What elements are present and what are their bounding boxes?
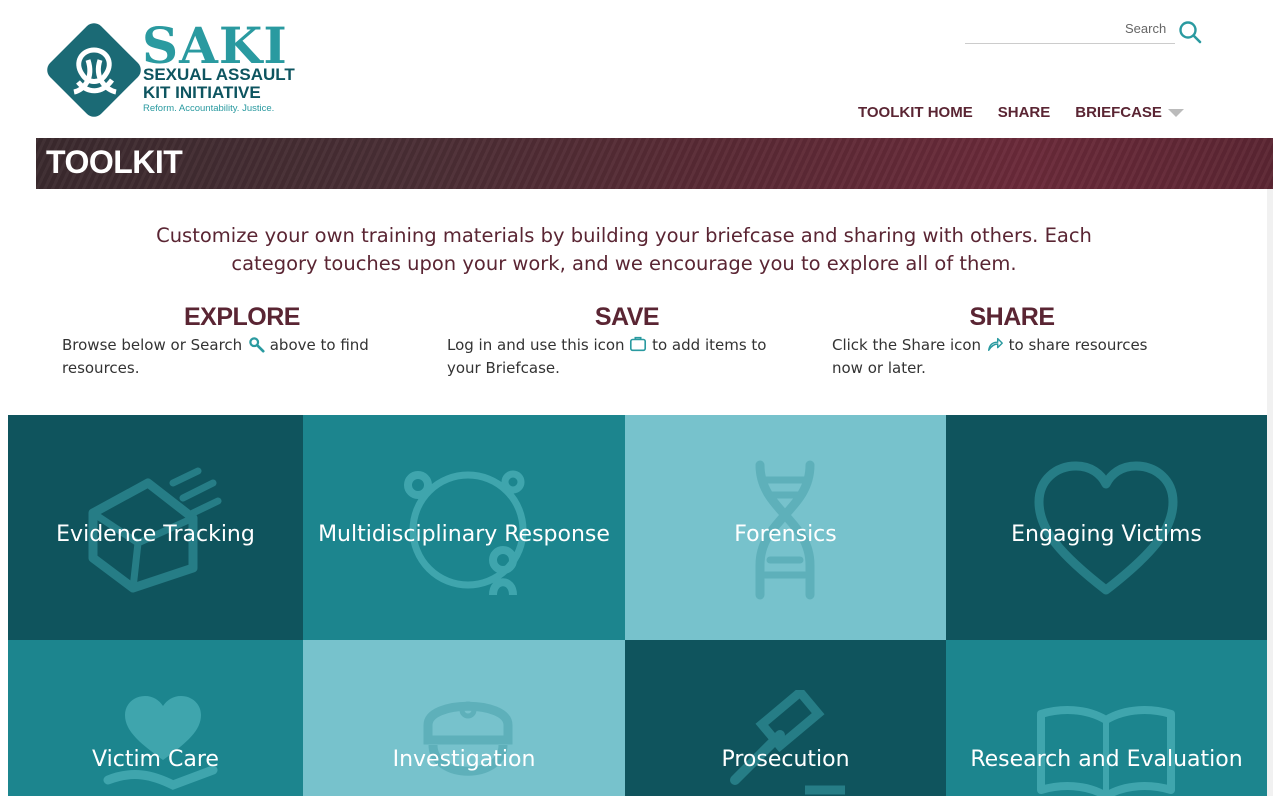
intro-line1: Customize your own training materials by… xyxy=(156,224,1092,247)
caret-down-icon xyxy=(1167,108,1184,117)
tile-label: Forensics xyxy=(734,522,837,547)
save-text-after: to add items to xyxy=(652,336,767,354)
save-title: SAVE xyxy=(594,303,660,331)
police-icon xyxy=(423,701,513,776)
logo-subtitle-line2: KIT INITIATIVE xyxy=(143,83,261,102)
search-icon xyxy=(249,337,265,353)
tile-label: Prosecution xyxy=(721,747,850,772)
tile-label: Evidence Tracking xyxy=(56,522,255,547)
share-section: SHARE Click the Share icon to share reso… xyxy=(832,303,1192,380)
logo-subtitle-line1: SEXUAL ASSAULT xyxy=(143,65,295,84)
save-section: SAVE Log in and use this icon to add ite… xyxy=(447,303,807,380)
share-icon xyxy=(987,337,1003,352)
category-grid: Evidence Tracking Multidisciplinary Resp… xyxy=(8,415,1267,796)
main-nav: TOOLKIT HOME SHARE BRIEFCASE xyxy=(858,104,1209,121)
tile-prosecution[interactable]: Prosecution xyxy=(625,640,946,796)
briefcase-icon xyxy=(630,336,647,352)
nav-briefcase[interactable]: BRIEFCASE xyxy=(1075,104,1184,121)
explore-text-before: Browse below or Search xyxy=(62,336,243,354)
tile-label: Victim Care xyxy=(92,747,219,772)
search-box[interactable]: Search xyxy=(965,16,1205,46)
tile-multidisciplinary-response[interactable]: Multidisciplinary Response xyxy=(303,415,625,640)
share-description: Click the Share icon to share resources … xyxy=(832,334,1192,380)
tile-label: Investigation xyxy=(392,747,536,772)
tile-engaging-victims[interactable]: Engaging Victims xyxy=(946,415,1267,640)
tile-label: Engaging Victims xyxy=(1011,522,1202,547)
logo-tagline: Reform. Accountability. Justice. xyxy=(143,103,275,114)
saki-logo[interactable]: SAKI SEXUAL ASSAULT KIT INITIATIVE Refor… xyxy=(44,16,304,120)
search-icon[interactable] xyxy=(1178,20,1202,44)
explore-title: EXPLORE xyxy=(184,303,300,331)
tile-label: Multidisciplinary Response xyxy=(318,522,610,547)
tile-label: Research and Evaluation xyxy=(970,747,1243,772)
search-input[interactable]: Search xyxy=(1125,21,1166,36)
tile-forensics[interactable]: Forensics xyxy=(625,415,946,640)
site-header: SAKI SEXUAL ASSAULT KIT INITIATIVE Refor… xyxy=(0,0,1273,138)
explore-text-line2: resources. xyxy=(62,359,140,377)
share-title: SHARE xyxy=(969,303,1055,331)
saki-logo-icon xyxy=(47,23,141,117)
explore-text-after: above to find xyxy=(269,336,369,354)
share-text-before: Click the Share icon xyxy=(832,336,982,354)
nav-toolkit-home[interactable]: TOOLKIT HOME xyxy=(858,104,973,121)
page-banner: TOOLKIT xyxy=(36,138,1273,189)
explore-description: Browse below or Search above to find res… xyxy=(62,334,422,380)
intro-text: Customize your own training materials by… xyxy=(0,222,1248,278)
page-title: TOOLKIT xyxy=(46,144,183,180)
page-scrollbar[interactable] xyxy=(1267,189,1273,796)
share-text-line2: now or later. xyxy=(832,359,926,377)
nav-share[interactable]: SHARE xyxy=(998,104,1051,121)
nav-share-label: SHARE xyxy=(997,104,1051,121)
nav-toolkit-home-label: TOOLKIT HOME xyxy=(858,104,973,121)
save-description: Log in and use this icon to add items to… xyxy=(447,334,807,380)
share-text-after: to share resources xyxy=(1008,336,1148,354)
tile-research-evaluation[interactable]: Research and Evaluation xyxy=(946,640,1267,796)
search-underline xyxy=(965,43,1175,44)
save-text-before: Log in and use this icon xyxy=(447,336,625,354)
explore-section: EXPLORE Browse below or Search above to … xyxy=(62,303,422,380)
tile-investigation[interactable]: Investigation xyxy=(303,640,625,796)
heart-hand-icon xyxy=(103,696,218,790)
intro-line2: category touches upon your work, and we … xyxy=(231,252,1017,275)
tile-evidence-tracking[interactable]: Evidence Tracking xyxy=(8,415,303,640)
nav-briefcase-label: BRIEFCASE xyxy=(1075,104,1162,121)
save-text-line2: your Briefcase. xyxy=(447,359,560,377)
gavel-icon xyxy=(730,690,845,795)
tile-victim-care[interactable]: Victim Care xyxy=(8,640,303,796)
